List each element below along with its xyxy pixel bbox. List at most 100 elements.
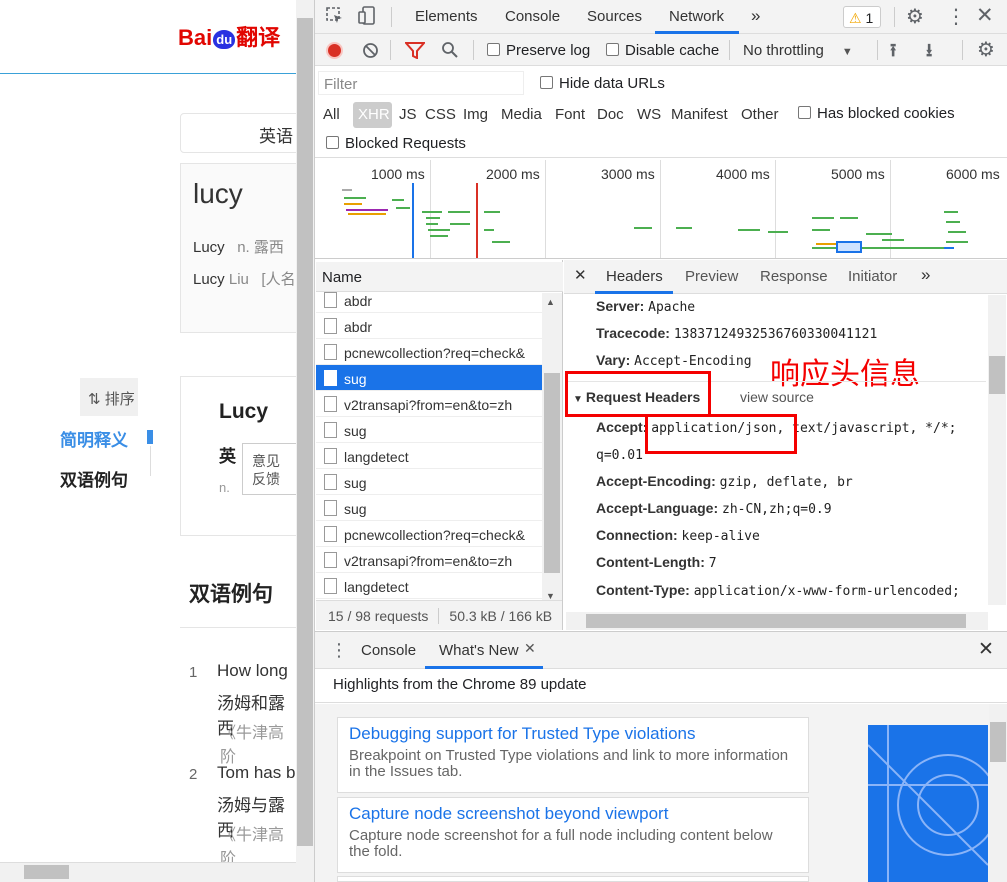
has-blocked-cookies-checkbox[interactable]: Has blocked cookies <box>798 105 955 122</box>
request-row[interactable]: v2transapi?from=en&to=zh <box>316 391 542 417</box>
inspect-icon[interactable] <box>326 7 344 30</box>
sort-button[interactable]: ⇅ 排序 <box>80 378 138 416</box>
kebab-icon[interactable]: ⋮ <box>330 640 348 661</box>
nav-item-brief[interactable]: 简明释义 <box>60 426 128 451</box>
timeline-bar <box>676 227 692 229</box>
scroll-thumb[interactable] <box>544 373 560 573</box>
dict-word: Lucy <box>219 400 269 423</box>
whats-new-item[interactable]: Capture node screenshot beyond viewport C… <box>337 797 809 873</box>
request-row[interactable]: sug <box>316 417 542 443</box>
timeline-bar <box>944 211 958 213</box>
filter-input[interactable]: Filter <box>318 71 524 95</box>
request-row[interactable]: v2transapi?from=en&to=zh <box>316 547 542 573</box>
request-row[interactable]: sug <box>316 365 542 391</box>
whats-new-item-title[interactable]: Capture node screenshot beyond viewport <box>349 804 797 824</box>
timeline-tick: 5000 ms <box>831 166 885 182</box>
type-filter-font[interactable]: Font <box>555 106 585 123</box>
chevron-double-right-icon[interactable]: » <box>921 265 930 285</box>
timeline-bar <box>840 217 858 219</box>
type-filter-manifest[interactable]: Manifest <box>671 106 728 123</box>
throttling-select[interactable]: No throttling ▼ <box>743 42 853 59</box>
type-filter-ws[interactable]: WS <box>637 106 661 123</box>
tab-headers[interactable]: Headers <box>606 268 663 285</box>
tab-console[interactable]: Console <box>505 8 560 25</box>
preserve-log-checkbox[interactable]: Preserve log <box>487 42 590 59</box>
kebab-icon[interactable]: ⋮ <box>946 4 966 29</box>
blocked-requests-checkbox[interactable]: Blocked Requests <box>326 135 466 152</box>
chevron-double-right-icon[interactable]: » <box>751 6 760 26</box>
type-filter-media[interactable]: Media <box>501 106 542 123</box>
type-filter-xhr[interactable]: XHR <box>353 102 392 128</box>
tab-preview[interactable]: Preview <box>685 268 738 285</box>
whats-new-item-title[interactable]: Debugging support for Trusted Type viola… <box>349 724 797 744</box>
type-filter-other[interactable]: Other <box>741 106 779 123</box>
timeline-bar <box>422 211 442 213</box>
type-filter-img[interactable]: Img <box>463 106 488 123</box>
timeline-bar <box>430 235 448 237</box>
network-status-bar: 15 / 98 requests 50.3 kB / 166 kB <box>316 600 562 630</box>
filter-icon[interactable] <box>403 42 427 64</box>
warning-icon: ⚠ <box>849 10 862 26</box>
drawer-tab-whats-new[interactable]: What's New <box>439 642 519 659</box>
tab-network[interactable]: Network <box>669 8 724 25</box>
gear-icon[interactable]: ⚙ <box>906 4 924 29</box>
close-icon[interactable]: ✕ <box>524 640 536 657</box>
request-row[interactable]: abdr <box>316 313 542 339</box>
scroll-thumb[interactable] <box>586 614 966 628</box>
type-filter-css[interactable]: CSS <box>425 106 456 123</box>
whats-new-item[interactable]: Debugging support for Trusted Type viola… <box>337 717 809 793</box>
scroll-up-icon[interactable]: ▲ <box>546 297 555 307</box>
disable-cache-checkbox[interactable]: Disable cache <box>606 42 719 59</box>
request-row[interactable]: pcnewcollection?req=check& <box>316 339 542 365</box>
tab-response[interactable]: Response <box>760 268 828 285</box>
tab-initiator[interactable]: Initiator <box>848 268 897 285</box>
request-row[interactable]: pcnewcollection?req=check& <box>316 521 542 547</box>
close-icon[interactable]: ✕ <box>978 638 994 661</box>
timeline-bars <box>316 185 1006 257</box>
type-filter-all[interactable]: All <box>323 106 340 123</box>
timeline-bar <box>426 217 440 219</box>
request-row[interactable]: sug <box>316 495 542 521</box>
scroll-thumb[interactable] <box>297 18 313 846</box>
tab-elements[interactable]: Elements <box>415 8 478 25</box>
close-icon[interactable]: ✕ <box>976 3 994 28</box>
request-row[interactable]: sug <box>316 469 542 495</box>
request-count: 15 / 98 requests <box>328 608 429 624</box>
feedback-button[interactable]: 意见 反馈 <box>242 443 296 495</box>
scroll-thumb[interactable] <box>24 865 69 879</box>
divider <box>962 40 963 60</box>
nav-item-examples[interactable]: 双语例句 <box>60 466 128 491</box>
drawer-tab-console[interactable]: Console <box>361 642 416 659</box>
language-select[interactable]: 英语 <box>180 113 296 153</box>
baidu-logo[interactable]: Bai du 翻译 <box>178 20 280 52</box>
warning-badge[interactable]: ⚠ 1 <box>843 6 881 28</box>
gear-icon[interactable]: ⚙ <box>977 37 995 62</box>
record-icon[interactable] <box>326 42 343 59</box>
document-icon <box>324 292 337 308</box>
whats-new-item[interactable] <box>337 876 809 882</box>
scroll-thumb[interactable] <box>989 356 1005 394</box>
type-filter-js[interactable]: JS <box>399 106 417 123</box>
request-name: sug <box>344 475 367 491</box>
download-icon[interactable]: ⭳ <box>926 38 932 68</box>
request-row[interactable]: langdetect <box>316 573 542 599</box>
request-name: langdetect <box>344 449 409 465</box>
close-icon[interactable]: ✕ <box>574 266 587 284</box>
timeline-bar <box>344 203 362 205</box>
request-row[interactable]: abdr <box>316 287 542 313</box>
hide-data-urls-checkbox[interactable]: Hide data URLs <box>540 75 665 92</box>
tab-sources[interactable]: Sources <box>587 8 642 25</box>
detail-scrollbar[interactable] <box>988 295 1006 605</box>
search-icon[interactable] <box>441 41 459 64</box>
device-toggle-icon[interactable] <box>358 6 376 31</box>
scroll-thumb[interactable] <box>990 722 1006 762</box>
divider <box>877 40 878 60</box>
clear-icon[interactable] <box>362 42 379 64</box>
document-icon <box>324 526 337 542</box>
request-name: langdetect <box>344 579 409 595</box>
upload-icon[interactable]: ⭱ <box>890 38 896 68</box>
request-row[interactable]: langdetect <box>316 443 542 469</box>
view-source-link[interactable]: view source <box>740 389 814 405</box>
type-filter-doc[interactable]: Doc <box>597 106 624 123</box>
request-name: abdr <box>344 293 373 309</box>
